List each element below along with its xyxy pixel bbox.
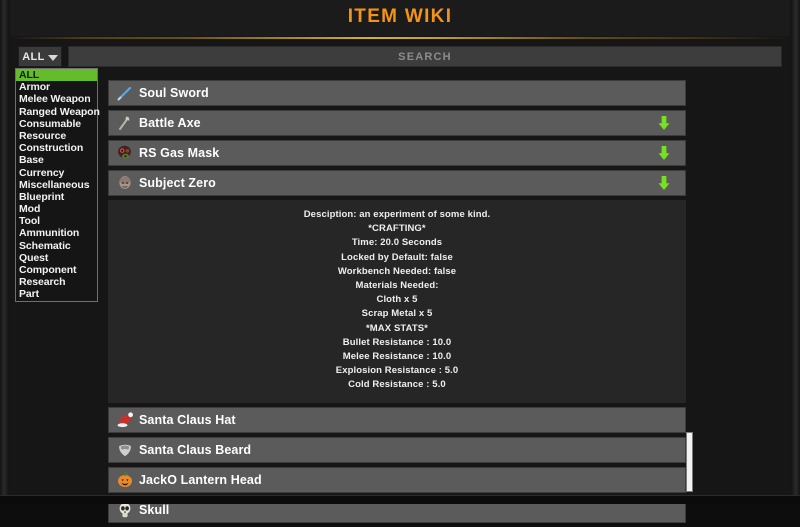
item-row[interactable]: JackO Lantern Head bbox=[108, 466, 686, 493]
item-name-label: Skull bbox=[139, 502, 170, 517]
detail-line: Time: 20.0 Seconds bbox=[351, 237, 443, 249]
item-list: Soul Sword Battle Axe RS Gas Mask Subject Z… bbox=[108, 80, 686, 527]
page-title: ITEM WIKI bbox=[347, 6, 453, 27]
category-option-consumable[interactable]: Consumable bbox=[16, 118, 97, 130]
scrollbar-track[interactable] bbox=[686, 80, 693, 492]
gas-mask-icon bbox=[113, 142, 137, 164]
item-details-panel: Desciption: an experiment of some kind. *… bbox=[108, 200, 686, 403]
chevron-down-icon bbox=[47, 54, 58, 61]
item-row[interactable]: Battle Axe bbox=[108, 110, 686, 136]
item-row[interactable]: Subject Zero bbox=[108, 170, 686, 196]
window-frame-bottom bbox=[0, 495, 800, 504]
detail-line: *CRAFTING* bbox=[368, 223, 426, 235]
category-option-currency[interactable]: Currency bbox=[16, 167, 97, 179]
item-name-label: Battle Axe bbox=[139, 116, 201, 130]
pumpkin-icon bbox=[113, 469, 137, 491]
category-option-armor[interactable]: Armor bbox=[16, 81, 97, 93]
category-option-ranged-weapon[interactable]: Ranged Weapon bbox=[16, 106, 100, 118]
item-name-label: RS Gas Mask bbox=[139, 146, 220, 160]
category-filter-button[interactable]: ALL bbox=[18, 46, 62, 67]
detail-line: Desciption: an experiment of some kind. bbox=[303, 209, 491, 220]
detail-line: Locked by Default: false bbox=[341, 251, 453, 263]
item-name-label: Santa Claus Hat bbox=[139, 412, 236, 427]
search-placeholder: SEARCH bbox=[398, 50, 452, 63]
item-wiki-window: ITEM WIKI ALL SEARCH ALL Armor Melee Weapo… bbox=[0, 0, 800, 523]
title-divider bbox=[10, 37, 790, 39]
head-icon bbox=[113, 172, 137, 194]
detail-line: Materials Needed: bbox=[355, 280, 439, 292]
detail-line: Cold Resistance : 5.0 bbox=[348, 379, 446, 391]
detail-line: *MAX STATS* bbox=[366, 322, 428, 334]
detail-line: Bullet Resistance : 10.0 bbox=[342, 336, 452, 348]
category-option-quest[interactable]: Quest bbox=[16, 252, 97, 264]
title-bar: ITEM WIKI bbox=[10, 0, 790, 36]
category-option-tool[interactable]: Tool bbox=[16, 215, 97, 227]
category-option-part[interactable]: Part bbox=[16, 288, 97, 300]
category-dropdown-list[interactable]: ALL Armor Melee Weapon Ranged Weapon Consuma… bbox=[15, 68, 100, 302]
category-option-melee-weapon[interactable]: Melee Weapon bbox=[16, 93, 97, 105]
window-frame-right bbox=[790, 0, 800, 504]
item-row[interactable]: Santa Claus Beard bbox=[108, 436, 686, 463]
category-option-blueprint[interactable]: Blueprint bbox=[16, 191, 97, 203]
detail-line: Scrap Metal x 5 bbox=[361, 308, 433, 320]
item-name-label: Soul Sword bbox=[139, 86, 209, 100]
search-toolbar: ALL SEARCH bbox=[18, 46, 782, 68]
category-option-schematic[interactable]: Schematic bbox=[16, 240, 97, 252]
detail-line: Cloth x 5 bbox=[376, 294, 418, 306]
category-option-resource[interactable]: Resource bbox=[16, 130, 97, 142]
expand-arrow-down-icon[interactable] bbox=[657, 115, 671, 131]
sword-icon bbox=[113, 82, 137, 104]
category-option-research[interactable]: Research bbox=[16, 276, 97, 288]
category-option-base[interactable]: Base bbox=[16, 154, 97, 166]
search-input[interactable]: SEARCH bbox=[68, 46, 782, 67]
category-option-mod[interactable]: Mod bbox=[16, 203, 97, 215]
vertical-scrollbar[interactable] bbox=[686, 432, 693, 492]
detail-line: Explosion Resistance : 5.0 bbox=[335, 365, 459, 377]
detail-line: Workbench Needed: false bbox=[337, 265, 457, 277]
item-name-label: JackO Lantern Head bbox=[139, 472, 262, 487]
item-name-label: Santa Claus Beard bbox=[139, 442, 252, 457]
category-option-ammunition[interactable]: Ammunition bbox=[16, 227, 97, 239]
category-option-construction[interactable]: Construction bbox=[16, 142, 97, 154]
item-row[interactable]: Soul Sword bbox=[108, 80, 686, 106]
category-option-all[interactable]: ALL bbox=[16, 69, 97, 82]
detail-line: Melee Resistance : 10.0 bbox=[342, 351, 452, 363]
category-option-miscellaneous[interactable]: Miscellaneous bbox=[16, 179, 97, 191]
category-filter-label: ALL bbox=[22, 50, 45, 63]
item-row[interactable]: Santa Claus Hat bbox=[108, 406, 686, 433]
expand-arrow-down-icon[interactable] bbox=[657, 145, 671, 161]
item-row[interactable]: RS Gas Mask bbox=[108, 140, 686, 166]
expand-arrow-down-icon[interactable] bbox=[657, 175, 671, 191]
window-frame-left bbox=[0, 0, 10, 504]
beard-icon bbox=[113, 439, 137, 461]
axe-icon bbox=[113, 112, 137, 134]
category-option-component[interactable]: Component bbox=[16, 264, 97, 276]
santa-hat-icon bbox=[113, 409, 137, 431]
item-name-label: Subject Zero bbox=[139, 176, 216, 190]
